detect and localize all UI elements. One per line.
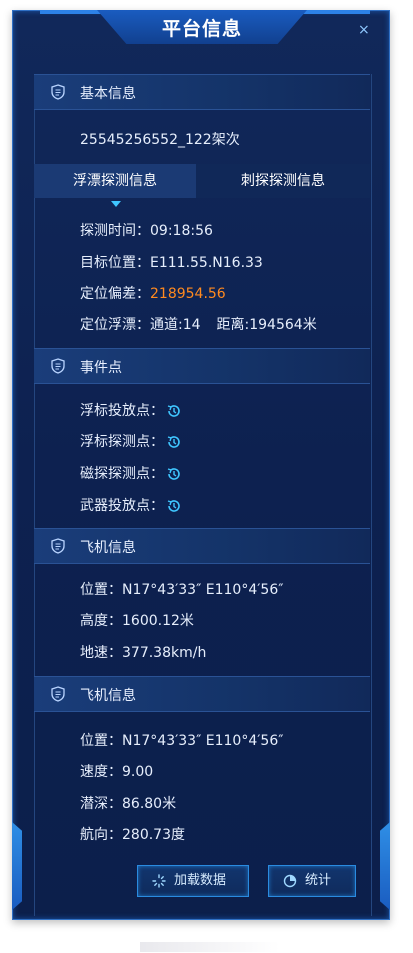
history-icon[interactable] bbox=[166, 434, 182, 450]
position-deviation-label: 定位偏差： bbox=[80, 286, 150, 302]
pie-chart-icon bbox=[283, 874, 297, 888]
shield-icon bbox=[51, 686, 65, 702]
section-title-events: 事件点 bbox=[80, 360, 122, 376]
position-deviation-row: 定位偏差：218954.56 bbox=[80, 283, 226, 303]
detect-time-label: 探测时间： bbox=[80, 223, 150, 239]
aircraft-ground-speed: 地速：377.38km/h bbox=[80, 645, 207, 661]
vessel-speed: 速度：9.00 bbox=[80, 764, 154, 780]
tab-probe-detect[interactable]: 刺探探测信息 bbox=[196, 164, 370, 198]
panel-shadow bbox=[140, 942, 280, 952]
aircraft-position: 位置：N17°43′33″ E110°4′56″ bbox=[80, 582, 284, 598]
title-decoration-right bbox=[300, 10, 370, 14]
shield-icon bbox=[51, 538, 65, 554]
history-icon[interactable] bbox=[166, 498, 182, 514]
tab-buoy-detect[interactable]: 浮漂探测信息 bbox=[34, 164, 196, 198]
section-title-aircraft-2: 飞机信息 bbox=[80, 688, 136, 704]
sortie-id: 25545256552_122架次 bbox=[80, 132, 240, 148]
vessel-depth: 潜深：86.80米 bbox=[80, 796, 177, 812]
load-data-button[interactable]: 加载数据 bbox=[137, 865, 249, 897]
section-title-aircraft: 飞机信息 bbox=[80, 540, 136, 556]
target-position-value: E111.55.N16.33 bbox=[150, 255, 263, 271]
event-label: 浮标投放点： bbox=[80, 403, 164, 419]
side-decoration-left bbox=[12, 822, 22, 910]
statistics-label: 统计 bbox=[305, 873, 332, 888]
buoy-label: 定位浮漂： bbox=[80, 317, 150, 333]
event-row: 磁探探测点： bbox=[80, 463, 182, 483]
target-position-row: 目标位置：E111.55.N16.33 bbox=[80, 252, 263, 272]
side-decoration-right bbox=[380, 822, 390, 910]
history-icon[interactable] bbox=[166, 466, 182, 482]
section-header-basic: 基本信息 bbox=[34, 74, 370, 110]
section-header-aircraft-2: 飞机信息 bbox=[34, 676, 370, 712]
event-row: 浮标投放点： bbox=[80, 400, 182, 420]
event-row: 武器投放点： bbox=[80, 495, 182, 515]
section-header-events: 事件点 bbox=[34, 348, 370, 384]
close-icon[interactable]: × bbox=[358, 22, 370, 38]
detect-tabs: 浮漂探测信息 刺探探测信息 bbox=[34, 164, 370, 198]
event-label: 浮标探测点： bbox=[80, 434, 164, 450]
buoy-channel: 通道:14 bbox=[150, 317, 201, 333]
vessel-position: 位置：N17°43′33″ E110°4′56″ bbox=[80, 733, 284, 749]
buoy-row: 定位浮漂：通道:14 距离:194564米 bbox=[80, 314, 317, 334]
shield-icon bbox=[51, 358, 65, 374]
panel-title: 平台信息 bbox=[161, 18, 242, 40]
statistics-button[interactable]: 统计 bbox=[268, 865, 356, 897]
event-label: 武器投放点： bbox=[80, 498, 164, 514]
vessel-heading: 航向：280.73度 bbox=[80, 827, 185, 843]
history-icon[interactable] bbox=[166, 403, 182, 419]
section-header-aircraft: 飞机信息 bbox=[34, 528, 370, 564]
aircraft-altitude: 高度：1600.12米 bbox=[80, 613, 194, 629]
detect-time-row: 探测时间：09:18:56 bbox=[80, 220, 213, 240]
event-row: 浮标探测点： bbox=[80, 431, 182, 451]
position-deviation-value: 218954.56 bbox=[150, 286, 226, 302]
load-data-label: 加载数据 bbox=[174, 873, 227, 888]
buoy-distance: 距离:194564米 bbox=[216, 317, 317, 333]
loading-icon bbox=[152, 874, 166, 888]
shield-icon bbox=[51, 84, 65, 100]
detect-time-value: 09:18:56 bbox=[150, 223, 213, 239]
active-tab-indicator bbox=[111, 201, 121, 207]
section-title-basic: 基本信息 bbox=[80, 86, 136, 102]
target-position-label: 目标位置： bbox=[80, 255, 150, 271]
event-label: 磁探探测点： bbox=[80, 466, 164, 482]
